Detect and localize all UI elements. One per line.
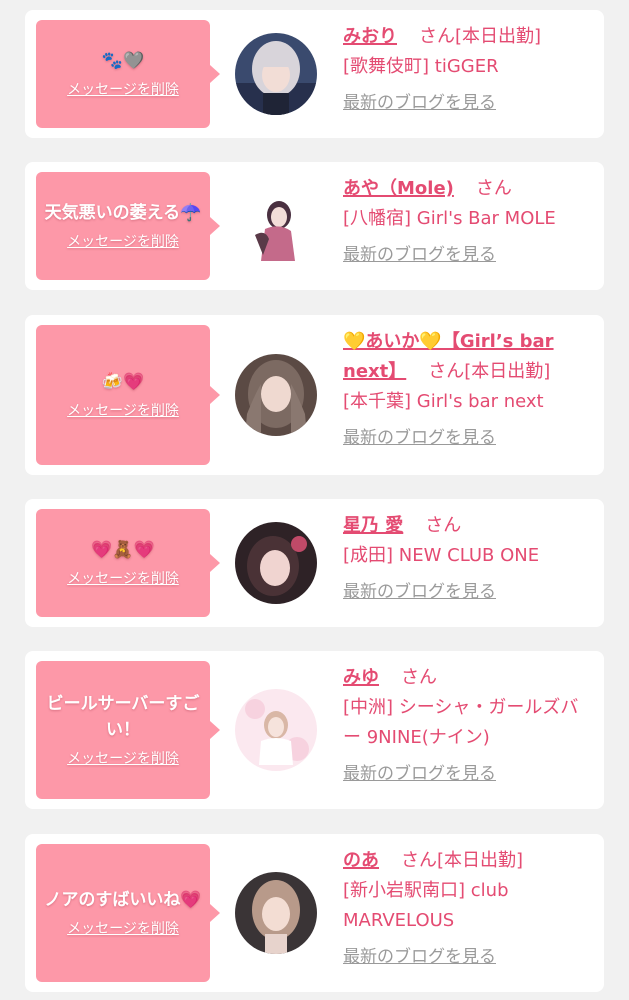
delete-message-link[interactable]: メッセージを削除 [67, 919, 179, 939]
message-card: 天気悪いの萎える☂️ メッセージを削除 あや（Mole) さん [八幡宿] Gir… [25, 162, 604, 290]
latest-blog-link[interactable]: 最新のブログを見る [343, 423, 496, 453]
message-bubble: ノアのすばいいね💗 メッセージを削除 [36, 844, 220, 982]
message-text: 天気悪いの萎える☂️ [44, 203, 202, 223]
message-text: 🍻💗 [101, 372, 145, 392]
work-status: [本日出勤] [437, 850, 524, 871]
sender-info: あや（Mole) さん [八幡宿] Girl's Bar MOLE 最新のブログを… [343, 174, 595, 270]
latest-blog-link[interactable]: 最新のブログを見る [343, 942, 496, 972]
message-list: 🐾🩶 メッセージを削除 みおり さん[本日出勤] [歌舞伎町] tiGGER 最新… [0, 0, 629, 1000]
avatar[interactable] [235, 872, 317, 954]
sender-name-link[interactable]: みゆ [343, 667, 379, 688]
honorific: さん [475, 178, 512, 199]
avatar[interactable] [235, 354, 317, 436]
sender-name-link[interactable]: あや（Mole) [343, 178, 454, 199]
avatar[interactable] [235, 33, 317, 115]
latest-blog-link[interactable]: 最新のブログを見る [343, 759, 496, 789]
delete-message-link[interactable]: メッセージを削除 [67, 749, 179, 769]
message-card: 🍻💗 メッセージを削除 💛あいか💛【Girl’s bar next】 さん[本日出… [25, 315, 604, 475]
message-bubble: ビールサーバーすごい！ メッセージを削除 [36, 661, 220, 799]
shop-name: [成田] NEW CLUB ONE [343, 545, 540, 566]
avatar[interactable] [235, 689, 317, 771]
shop-name: [八幡宿] Girl's Bar MOLE [343, 208, 556, 229]
message-bubble: 天気悪いの萎える☂️ メッセージを削除 [36, 172, 220, 280]
honorific: さん [419, 26, 455, 47]
honorific: さん [401, 850, 437, 871]
message-bubble: 🍻💗 メッセージを削除 [36, 325, 220, 465]
delete-message-link[interactable]: メッセージを削除 [67, 232, 179, 252]
honorific: さん [425, 515, 462, 536]
avatar[interactable] [235, 185, 317, 267]
message-text: ノアのすばいいね💗 [44, 890, 202, 910]
latest-blog-link[interactable]: 最新のブログを見る [343, 240, 496, 270]
message-card: ビールサーバーすごい！ メッセージを削除 みゆ さん [中洲] シーシャ・ガールズ… [25, 651, 604, 809]
work-status: [本日出勤] [455, 26, 542, 47]
honorific: さん [401, 667, 437, 688]
honorific: さん [428, 361, 465, 382]
delete-message-link[interactable]: メッセージを削除 [67, 80, 179, 100]
message-text: ビールサーバーすごい！ [46, 694, 200, 740]
message-bubble: 💗🧸💗 メッセージを削除 [36, 509, 220, 617]
shop-name: [中洲] シーシャ・ガールズバー 9NINE(ナイン) [343, 697, 579, 748]
delete-message-link[interactable]: メッセージを削除 [67, 401, 179, 421]
sender-info: みおり さん[本日出勤] [歌舞伎町] tiGGER 最新のブログを見る [343, 22, 595, 118]
delete-message-link[interactable]: メッセージを削除 [67, 569, 179, 589]
message-card: 🐾🩶 メッセージを削除 みおり さん[本日出勤] [歌舞伎町] tiGGER 最新… [25, 10, 604, 138]
work-status: [本日出勤] [464, 361, 551, 382]
sender-info: 星乃 愛 さん [成田] NEW CLUB ONE 最新のブログを見る [343, 511, 595, 607]
shop-name: [新小岩駅南口] club MARVELOUS [343, 880, 509, 931]
message-text: 💗🧸💗 [91, 540, 155, 560]
message-bubble: 🐾🩶 メッセージを削除 [36, 20, 220, 128]
message-card: ノアのすばいいね💗 メッセージを削除 のあ さん[本日出勤] [新小岩駅南口] c… [25, 834, 604, 992]
sender-info: みゆ さん [中洲] シーシャ・ガールズバー 9NINE(ナイン) 最新のブログを… [343, 663, 595, 789]
message-text: 🐾🩶 [101, 51, 145, 71]
sender-name-link[interactable]: のあ [343, 850, 379, 871]
avatar[interactable] [235, 522, 317, 604]
sender-name-link[interactable]: みおり [343, 26, 397, 47]
sender-name-link[interactable]: 星乃 愛 [343, 515, 403, 536]
sender-info: のあ さん[本日出勤] [新小岩駅南口] club MARVELOUS 最新のブロ… [343, 846, 595, 972]
shop-name: [本千葉] Girl's bar next [343, 391, 544, 412]
message-card: 💗🧸💗 メッセージを削除 星乃 愛 さん [成田] NEW CLUB ONE 最新… [25, 499, 604, 627]
latest-blog-link[interactable]: 最新のブログを見る [343, 88, 496, 118]
latest-blog-link[interactable]: 最新のブログを見る [343, 577, 496, 607]
shop-name: [歌舞伎町] tiGGER [343, 56, 499, 77]
sender-info: 💛あいか💛【Girl’s bar next】 さん[本日出勤] [本千葉] Gir… [343, 327, 595, 453]
